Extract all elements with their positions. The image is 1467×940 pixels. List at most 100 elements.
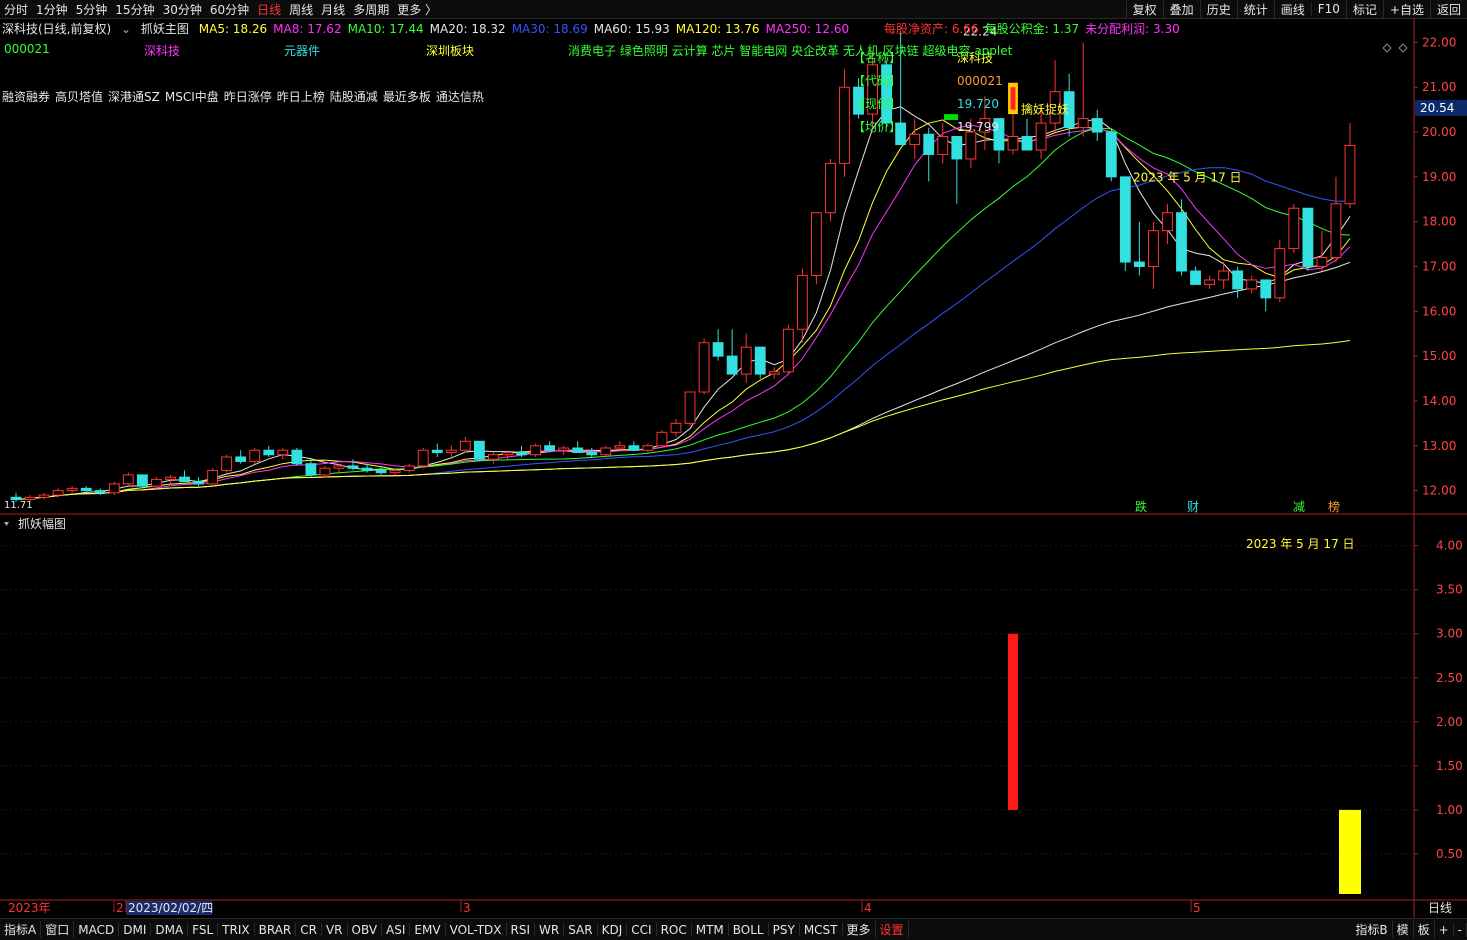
candle bbox=[1105, 131, 1117, 178]
period-tab-5[interactable]: 60分钟 bbox=[206, 1, 253, 18]
candle bbox=[319, 467, 331, 476]
candle bbox=[530, 445, 541, 456]
top-button-6[interactable]: 标记 bbox=[1345, 0, 1383, 18]
indicator-tab-9[interactable]: VR bbox=[322, 922, 348, 937]
indicator-tab-18[interactable]: CCI bbox=[627, 922, 657, 937]
indicator-tab-14[interactable]: RSI bbox=[507, 922, 536, 937]
indicator-tab-19[interactable]: ROC bbox=[657, 922, 692, 937]
candle bbox=[1035, 122, 1047, 151]
period-tab-9[interactable]: 多周期 bbox=[349, 1, 393, 18]
indicator-name[interactable]: 抓妖主图 bbox=[141, 22, 189, 36]
price-tick-label: 22.00 bbox=[1422, 35, 1456, 49]
top-button-4[interactable]: 画线 bbox=[1273, 0, 1311, 18]
candle bbox=[263, 449, 275, 456]
period-tab-10[interactable]: 更多 〉 bbox=[393, 1, 441, 18]
sub-date-annotation: 2023 年 5 月 17 日 bbox=[1246, 537, 1355, 551]
stock-title[interactable]: 深科技(日线,前复权) bbox=[2, 22, 111, 36]
indicator-tab-8[interactable]: CR bbox=[296, 922, 322, 937]
right-tab-1[interactable]: 模 bbox=[1393, 921, 1414, 938]
period-tab-7[interactable]: 周线 bbox=[285, 1, 317, 18]
indicator-tab-23[interactable]: MCST bbox=[800, 922, 843, 937]
indicator-tab-2[interactable]: MACD bbox=[74, 922, 120, 937]
candle bbox=[459, 440, 471, 451]
top-button-0[interactable]: 复权 bbox=[1125, 0, 1163, 18]
candle bbox=[670, 422, 682, 433]
right-tab-4[interactable]: - bbox=[1454, 922, 1467, 937]
period-tab-0[interactable]: 分时 bbox=[0, 1, 32, 18]
chevron-down-icon[interactable] bbox=[4, 522, 9, 526]
candle bbox=[1246, 279, 1258, 290]
candle bbox=[1218, 270, 1230, 281]
sub-tick-label: 0.50 bbox=[1436, 847, 1463, 861]
candle bbox=[502, 451, 513, 456]
indicator-tab-11[interactable]: ASI bbox=[382, 922, 411, 937]
candle bbox=[642, 445, 654, 451]
indicator-tab-4[interactable]: DMA bbox=[151, 922, 189, 937]
indicator-tab-25[interactable]: 设置 bbox=[876, 921, 909, 938]
candle bbox=[937, 136, 949, 155]
stock-tag[interactable]: 昨日上榜 bbox=[277, 90, 325, 104]
top-button-8[interactable]: 返回 bbox=[1429, 0, 1467, 18]
low-price-label: 11.71 bbox=[4, 500, 33, 511]
sub-bar bbox=[1339, 809, 1361, 894]
infobox-code-label: 【代码】 bbox=[853, 74, 901, 88]
stock-tag[interactable]: 昨日涨停 bbox=[224, 90, 272, 104]
stock-tag[interactable]: 最近多板 bbox=[383, 90, 431, 104]
period-tab-6[interactable]: 日线 bbox=[253, 1, 285, 18]
indicator-tab-15[interactable]: WR bbox=[535, 922, 565, 937]
diamond-icon[interactable] bbox=[1398, 43, 1408, 53]
indicator-tab-17[interactable]: KDJ bbox=[598, 922, 628, 937]
indicator-tab-21[interactable]: BOLL bbox=[729, 922, 769, 937]
stock-tag[interactable]: MSCI中盘 bbox=[165, 90, 219, 104]
candle bbox=[277, 449, 289, 456]
period-tab-3[interactable]: 15分钟 bbox=[111, 1, 158, 18]
top-button-3[interactable]: 统计 bbox=[1236, 0, 1274, 18]
stock-tag[interactable]: 深港通SZ bbox=[108, 90, 160, 104]
stock-tag[interactable]: 通达信热 bbox=[436, 90, 484, 104]
indicator-tab-10[interactable]: OBV bbox=[348, 922, 383, 937]
indicator-tab-0[interactable]: 指标A bbox=[0, 921, 42, 938]
indicator-tab-1[interactable]: 窗口 bbox=[41, 921, 75, 938]
chevron-down-icon[interactable]: ⌄ bbox=[121, 22, 131, 36]
candle bbox=[544, 445, 556, 451]
indicator-tab-22[interactable]: PSY bbox=[769, 922, 800, 937]
price-tick-label: 15.00 bbox=[1422, 349, 1456, 363]
candle bbox=[38, 494, 50, 498]
infobox-price-label: 【现价】 bbox=[853, 97, 901, 111]
ma-legend-item: MA60: 15.93 bbox=[593, 22, 670, 36]
right-tab-2[interactable]: 板 bbox=[1414, 921, 1435, 938]
candle bbox=[1190, 270, 1201, 285]
indicator-tab-24[interactable]: 更多 bbox=[843, 921, 876, 938]
indicator-tab-5[interactable]: FSL bbox=[188, 922, 219, 937]
candle bbox=[516, 451, 527, 456]
indicator-tab-3[interactable]: DMI bbox=[119, 922, 152, 937]
indicator-tab-6[interactable]: TRIX bbox=[218, 922, 255, 937]
indicator-tab-20[interactable]: MTM bbox=[692, 922, 729, 937]
top-button-5[interactable]: F10 bbox=[1310, 2, 1346, 16]
price-tick-label: 17.00 bbox=[1422, 260, 1456, 274]
period-tab-4[interactable]: 30分钟 bbox=[159, 1, 206, 18]
indicator-tab-7[interactable]: BRAR bbox=[255, 922, 297, 937]
stock-tag[interactable]: 高贝塔值 bbox=[55, 90, 103, 104]
period-tab-1[interactable]: 1分钟 bbox=[32, 1, 72, 18]
candle bbox=[1302, 207, 1314, 267]
top-button-2[interactable]: 历史 bbox=[1199, 0, 1237, 18]
top-button-7[interactable]: +自选 bbox=[1382, 0, 1430, 18]
ma-legend-item: MA5: 18.26 bbox=[198, 22, 268, 36]
event-marker: 跌 bbox=[1135, 499, 1147, 514]
right-tab-0[interactable]: 指标B bbox=[1351, 921, 1393, 938]
indicator-tab-13[interactable]: VOL-TDX bbox=[446, 922, 507, 937]
kline-chart-svg[interactable]: 22.0021.0020.0019.0018.0017.0016.0015.00… bbox=[0, 18, 1467, 918]
fundamental-item: 每股公积金: 1.37 bbox=[984, 22, 1080, 36]
top-button-1[interactable]: 叠加 bbox=[1162, 0, 1200, 18]
stock-tag[interactable]: 陆股通减 bbox=[330, 90, 378, 104]
right-tab-3[interactable]: + bbox=[1435, 922, 1454, 937]
stock-tag[interactable]: 融资融券 bbox=[2, 90, 50, 104]
period-tab-8[interactable]: 月线 bbox=[317, 1, 349, 18]
indicator-tab-16[interactable]: SAR bbox=[564, 922, 598, 937]
period-tab-2[interactable]: 5分钟 bbox=[72, 1, 112, 18]
indicator-tab-12[interactable]: EMV bbox=[410, 922, 446, 937]
chart-area[interactable]: 22.00 21.00 20.00 19.00 18.00 17.00 16.00 15.00… bbox=[0, 18, 1467, 918]
candle bbox=[445, 449, 457, 453]
diamond-icon[interactable] bbox=[1382, 43, 1392, 53]
